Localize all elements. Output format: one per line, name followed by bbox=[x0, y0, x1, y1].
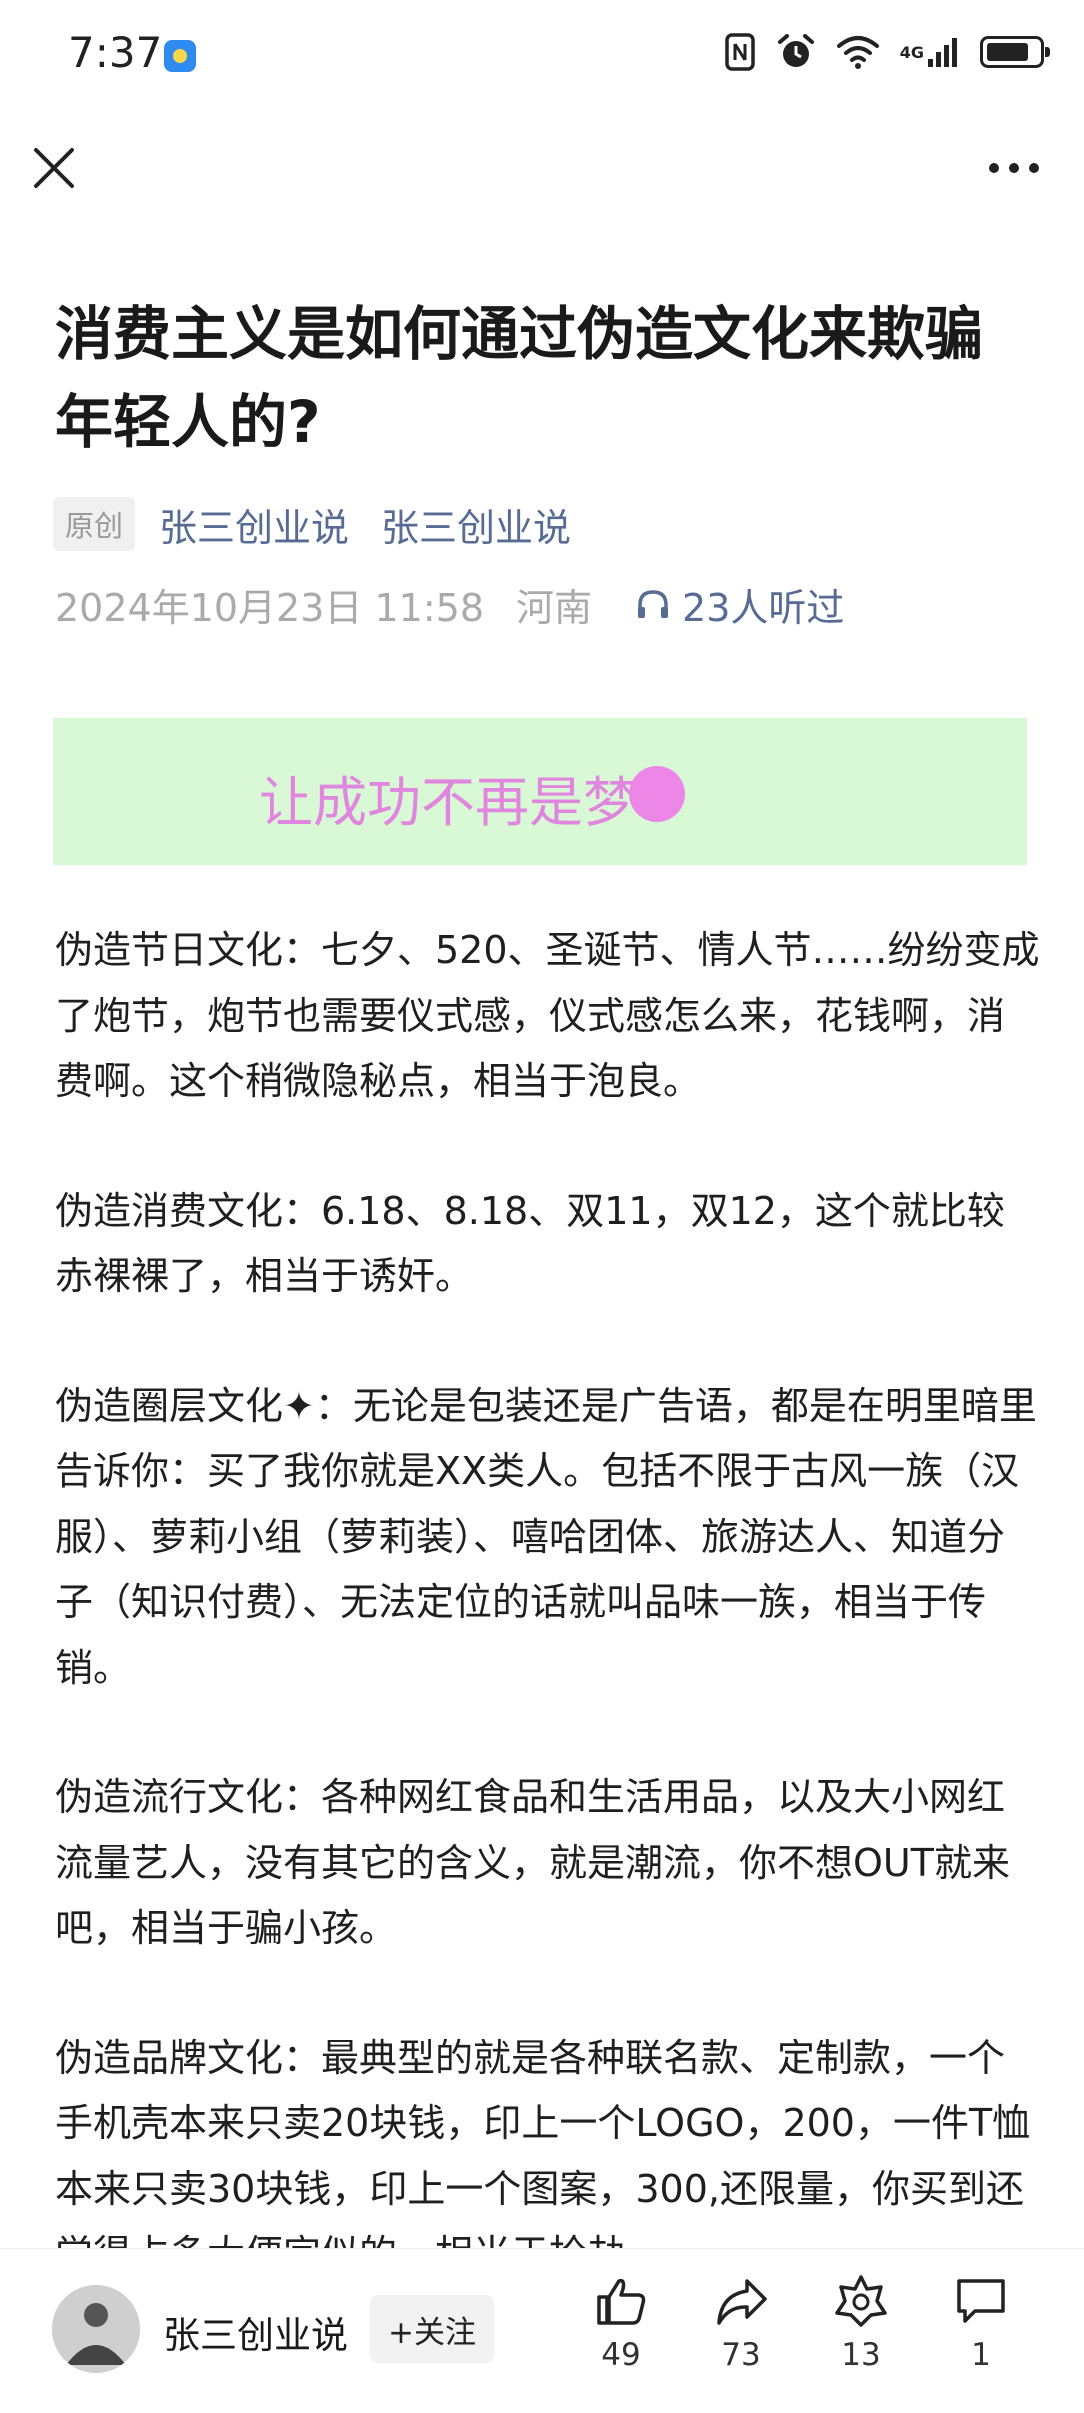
article-body: 伪造节日文化：七夕、520、圣诞节、情人节……纷纷变成了炮节，炮节也需要仪式感，… bbox=[55, 918, 1040, 2352]
more-dots-icon bbox=[989, 163, 1039, 173]
favorite-star-icon bbox=[835, 2275, 887, 2327]
listen-button[interactable]: 23人听过 bbox=[634, 577, 844, 632]
weather-app-icon bbox=[164, 40, 196, 72]
author-link[interactable]: 张三创业说 bbox=[159, 497, 349, 552]
thumbs-up-icon bbox=[597, 2278, 646, 2325]
original-badge: 原创 bbox=[53, 497, 136, 551]
publish-location: 河南 bbox=[516, 585, 593, 630]
paragraph: 伪造节日文化：七夕、520、圣诞节、情人节……纷纷变成了炮节，炮节也需要仪式感，… bbox=[55, 928, 1040, 1103]
network-type: 4G bbox=[899, 42, 924, 62]
bottom-author-name[interactable]: 张三创业说 bbox=[163, 2305, 348, 2359]
comment-button[interactable]: 1 bbox=[936, 2273, 1026, 2373]
like-count: 49 bbox=[601, 2337, 641, 2373]
close-icon bbox=[34, 148, 74, 188]
share-arrow-icon bbox=[717, 2279, 767, 2325]
article-meta: 2024年10月23日 11:58 河南 23人听过 bbox=[55, 574, 844, 634]
status-icons: 4G bbox=[724, 30, 1050, 74]
like-button[interactable]: 49 bbox=[576, 2273, 666, 2373]
listen-count: 23人听过 bbox=[682, 585, 845, 630]
wifi-icon bbox=[836, 30, 880, 74]
status-time: 7:37 bbox=[68, 28, 163, 77]
cellular-signal-icon: 4G bbox=[900, 30, 960, 74]
follow-button[interactable]: +关注 bbox=[370, 2295, 494, 2363]
paragraph: 伪造流行文化：各种网红食品和生活用品，以及大小网红流量艺人，没有其它的含义，就是… bbox=[55, 1775, 1010, 1950]
share-count: 73 bbox=[721, 2337, 761, 2373]
close-button[interactable] bbox=[26, 140, 82, 196]
more-options-button[interactable] bbox=[984, 148, 1044, 188]
article-byline: 原创 张三创业说 张三创业说 bbox=[53, 497, 603, 552]
paragraph: 伪造圈层文化✦：无论是包装还是广告语，都是在明里暗里告诉你：买了我你就是XX类人… bbox=[55, 1383, 1037, 1690]
headphones-icon bbox=[638, 590, 669, 618]
favorite-button[interactable]: 13 bbox=[816, 2273, 906, 2373]
nfc-icon bbox=[724, 30, 756, 74]
author-avatar[interactable] bbox=[52, 2285, 140, 2373]
banner-dot bbox=[629, 766, 685, 822]
publish-datetime: 2024年10月23日 11:58 bbox=[55, 585, 485, 630]
comment-bubble-icon bbox=[957, 2279, 1005, 2323]
paragraph: 伪造消费文化：6.18、8.18、双11，双12，这个就比较赤裸裸了，相当于诱奸… bbox=[55, 1188, 1005, 1299]
comment-count: 1 bbox=[971, 2337, 991, 2373]
account-link[interactable]: 张三创业说 bbox=[381, 497, 571, 552]
status-bar: 7:37 4G bbox=[0, 0, 1084, 110]
alarm-icon bbox=[776, 30, 816, 74]
banner-text: 让成功不再是梦 bbox=[259, 771, 637, 834]
share-button[interactable]: 73 bbox=[696, 2273, 786, 2373]
banner-image: 让成功不再是梦 bbox=[53, 718, 1027, 865]
favorite-count: 13 bbox=[841, 2337, 881, 2373]
bottom-action-bar: 张三创业说 +关注 49 73 13 1 bbox=[0, 2248, 1084, 2413]
article-title: 消费主义是如何通过伪造文化来欺骗年轻人的? bbox=[55, 300, 984, 456]
battery-icon bbox=[980, 30, 1050, 74]
